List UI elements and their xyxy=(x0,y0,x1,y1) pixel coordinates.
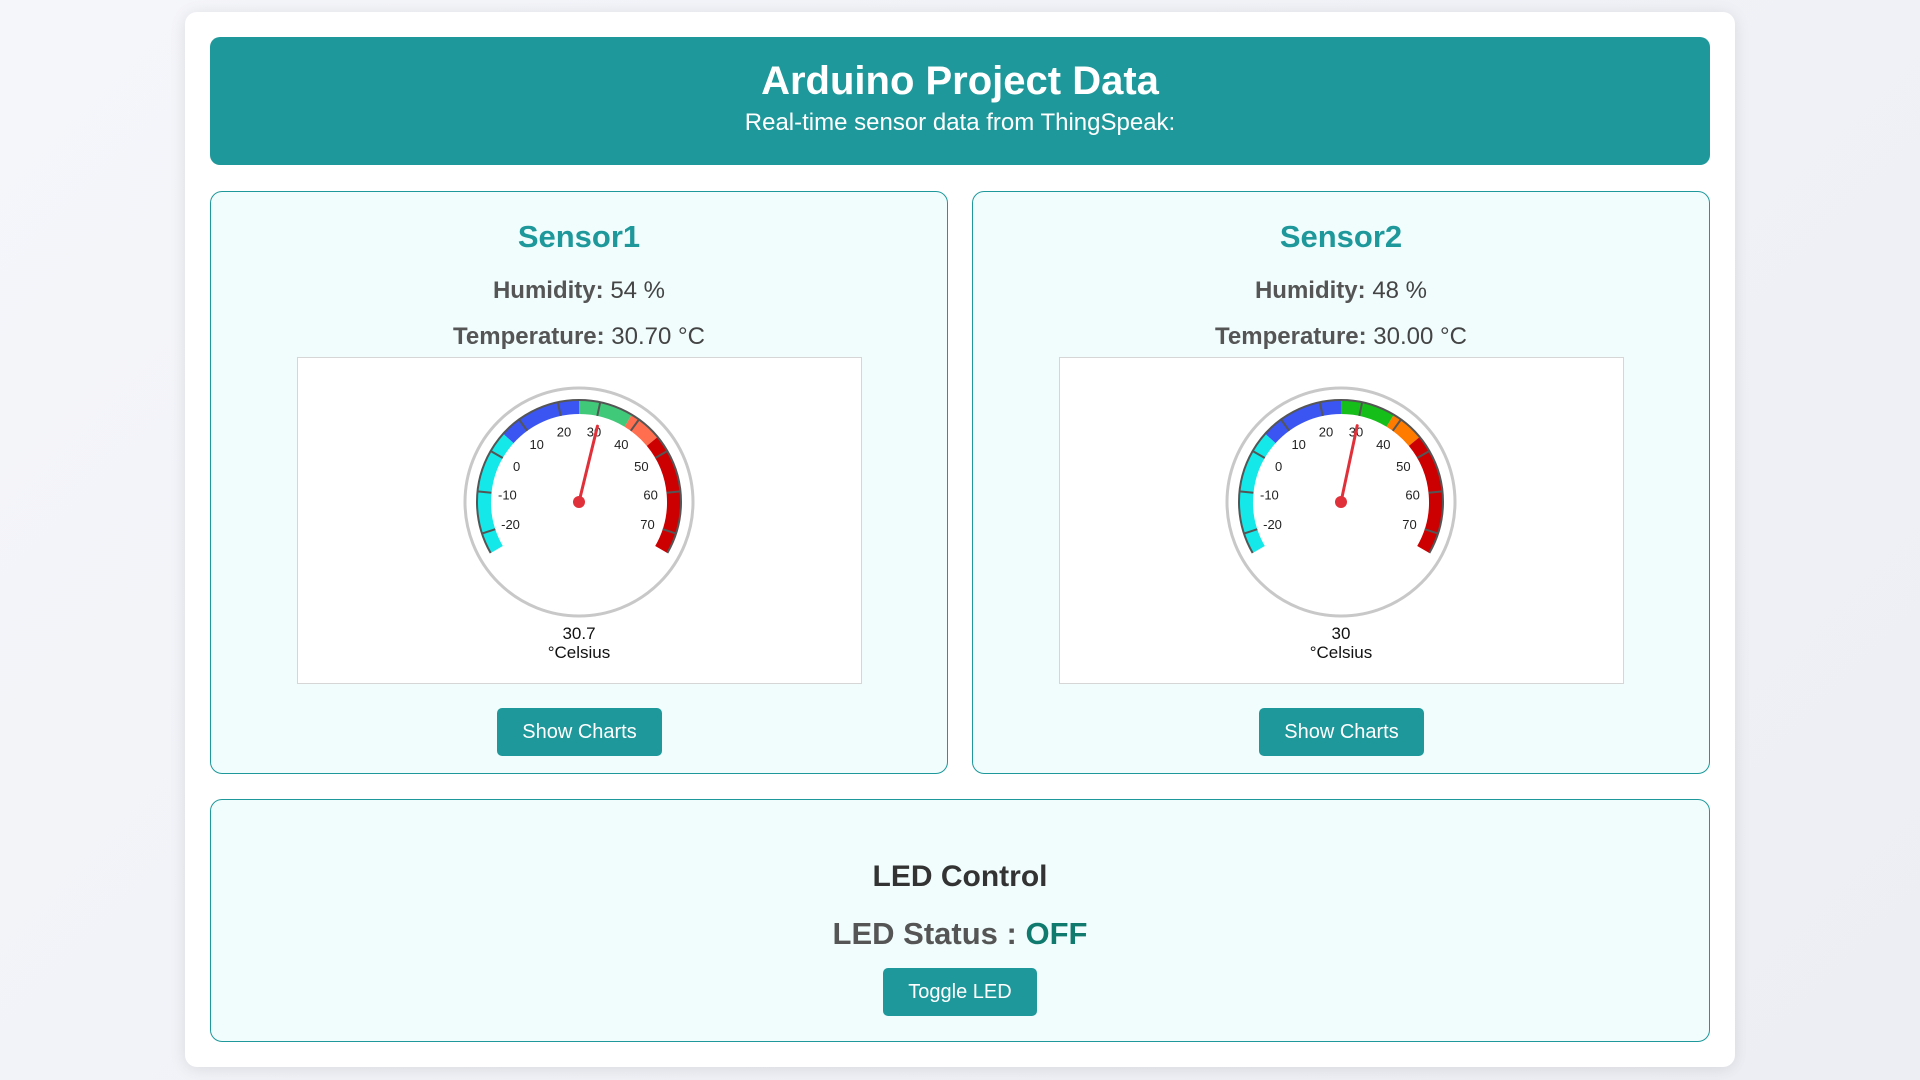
humidity-reading: Humidity: 48 % xyxy=(973,277,1709,305)
gauge-tick-label: 0 xyxy=(1275,459,1282,474)
temperature-value: 30.00 °C xyxy=(1373,323,1467,350)
gauge-value-label: 30 xyxy=(1332,624,1351,643)
temperature-gauge: -20 -10 0 10 20 30 40 50 60 70 30.7 °Celsius xyxy=(297,357,862,684)
gauge-tick-label: 0 xyxy=(513,459,520,474)
sensor-card-1: Sensor1 Humidity: 54 % Temperature: 30.7… xyxy=(210,191,948,774)
temperature-value: 30.70 °C xyxy=(611,323,705,350)
humidity-value: 48 % xyxy=(1372,277,1428,304)
gauge-tick-label: 60 xyxy=(1405,487,1419,502)
gauge-tick-label: -10 xyxy=(498,487,517,502)
main-container: Arduino Project Data Real-time sensor da… xyxy=(185,12,1735,1067)
show-charts-button[interactable]: Show Charts xyxy=(1259,708,1424,756)
gauge-hub xyxy=(573,496,585,508)
humidity-label: Humidity: xyxy=(492,277,604,304)
gauge-tick-label: -20 xyxy=(1263,517,1282,532)
led-control-card: LED Control LED Status : OFF Toggle LED xyxy=(210,799,1710,1042)
gauge-hub xyxy=(1335,496,1347,508)
gauge-unit-label: °Celsius xyxy=(548,643,611,662)
humidity-label: Humidity: xyxy=(1254,277,1366,304)
toggle-led-button[interactable]: Toggle LED xyxy=(883,968,1037,1016)
led-control-title: LED Control xyxy=(872,860,1048,893)
gauge-tick-label: 20 xyxy=(1319,425,1333,440)
gauge-tick-label: 70 xyxy=(640,517,654,532)
temperature-gauge: -20-1001020304050607030°Celsius xyxy=(1059,357,1624,684)
gauge-tick-label: 60 xyxy=(643,487,657,502)
gauge-svg: -20-1001020304050607030°Celsius xyxy=(1225,386,1457,662)
gauge-tick-label: 40 xyxy=(1376,437,1390,452)
led-status-label: LED Status : xyxy=(832,916,1017,951)
temperature-label: Temperature: xyxy=(1215,323,1367,350)
gauge-value-label: 30.7 xyxy=(562,624,595,643)
sensor-title: Sensor2 xyxy=(1279,219,1403,254)
page-subtitle: Real-time sensor data from ThingSpeak: xyxy=(744,109,1176,136)
gauge-tick-label: 10 xyxy=(1291,437,1305,452)
gauge-tick-label: 50 xyxy=(1396,459,1410,474)
page-header: Arduino Project Data Real-time sensor da… xyxy=(210,37,1710,165)
gauge-tick-label: 20 xyxy=(557,425,571,440)
temperature-label: Temperature: xyxy=(453,323,605,350)
page-title: Arduino Project Data xyxy=(761,59,1159,103)
temperature-reading: Temperature: 30.00 °C xyxy=(973,323,1709,351)
sensor-card-2: Sensor2 Humidity: 48 % Temperature: 30.0… xyxy=(972,191,1710,774)
sensor-title: Sensor1 xyxy=(517,219,641,254)
humidity-value: 54 % xyxy=(610,277,666,304)
led-status: LED Status : OFF xyxy=(211,916,1709,952)
gauge-tick-label: -10 xyxy=(1260,487,1279,502)
gauge-tick-label: 70 xyxy=(1402,517,1416,532)
gauge-svg: -20-1001020 304050607030.7°Celsius xyxy=(463,386,695,662)
gauge-tick-label: 50 xyxy=(634,459,648,474)
gauge-tick-label: -20 xyxy=(501,517,520,532)
gauge-tick-label: 10 xyxy=(529,437,543,452)
gauge-tick-label: 40 xyxy=(614,437,628,452)
humidity-reading: Humidity: 54 % xyxy=(211,277,947,305)
led-status-value: OFF xyxy=(1025,916,1088,951)
temperature-reading: Temperature: 30.70 °C xyxy=(211,323,947,351)
gauge-unit-label: °Celsius xyxy=(1310,643,1373,662)
show-charts-button[interactable]: Show Charts xyxy=(497,708,662,756)
